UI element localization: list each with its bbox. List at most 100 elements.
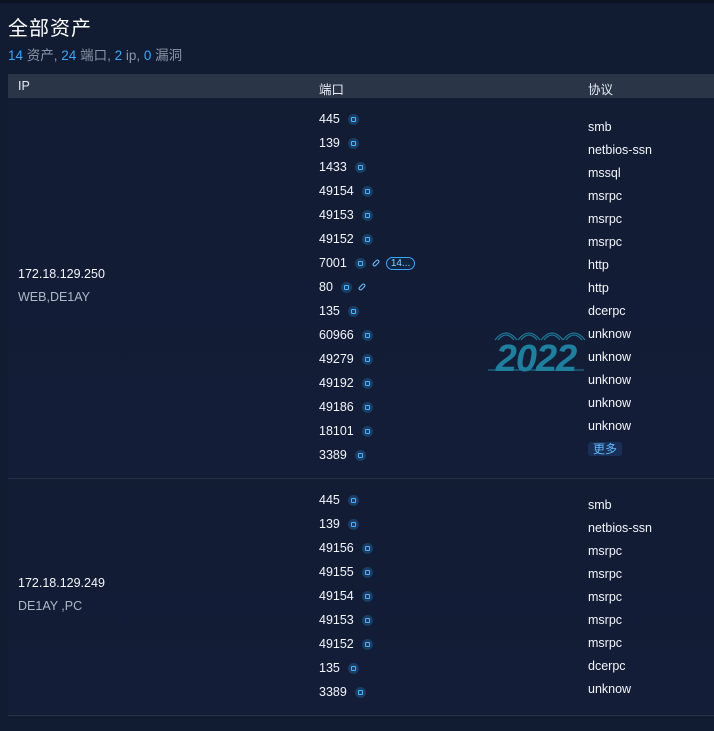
port-badge[interactable]: 14... — [385, 256, 416, 270]
asset-ip[interactable]: 172.18.129.250 — [18, 267, 105, 281]
detail-icon[interactable] — [347, 137, 359, 149]
port-item: 3389 — [319, 685, 366, 699]
port-item: 135 — [319, 661, 359, 675]
port-item: 60966 — [319, 328, 373, 342]
port-number[interactable]: 445 — [319, 493, 340, 507]
detail-icon[interactable] — [361, 377, 373, 389]
column-ip: IP — [18, 79, 30, 93]
port-number[interactable]: 445 — [319, 112, 340, 126]
port-item: 49152 — [319, 232, 373, 246]
protocol-item: unknow — [588, 419, 632, 433]
link-icon[interactable] — [371, 258, 381, 268]
detail-icon[interactable] — [361, 233, 373, 245]
port-item: 139 — [319, 517, 359, 531]
detail-icon[interactable] — [361, 614, 373, 626]
detail-icon[interactable] — [347, 113, 359, 125]
protocol-item: dcerpc — [588, 659, 626, 673]
protocol-item: dcerpc — [588, 304, 626, 318]
protocol-item: unknow — [588, 682, 632, 696]
protocol-item: msrpc — [588, 567, 623, 581]
protocol-item: http — [588, 281, 609, 295]
detail-icon[interactable] — [361, 353, 373, 365]
detail-icon[interactable] — [347, 494, 359, 506]
port-number[interactable]: 49154 — [319, 589, 354, 603]
page-title: 全部资产 — [8, 18, 92, 40]
protocol-item: http — [588, 258, 609, 272]
link-icon[interactable] — [357, 282, 367, 292]
protocol-item: msrpc — [588, 544, 623, 558]
column-protocol: 协议 — [588, 83, 614, 97]
port-item: 49186 — [319, 400, 373, 414]
detail-icon[interactable] — [361, 401, 373, 413]
detail-icon[interactable] — [361, 185, 373, 197]
port-item: 18101 — [319, 424, 373, 438]
protocol-item: msrpc — [588, 189, 623, 203]
port-number[interactable]: 49192 — [319, 376, 354, 390]
port-item: 49153 — [319, 208, 373, 222]
detail-icon[interactable] — [361, 542, 373, 554]
detail-icon[interactable] — [361, 638, 373, 650]
vuln-label: 漏洞 — [151, 48, 183, 63]
detail-icon[interactable] — [361, 425, 373, 437]
asset-tags: DE1AY ,PC — [18, 599, 83, 613]
port-number[interactable]: 139 — [319, 136, 340, 150]
detail-icon[interactable] — [361, 329, 373, 341]
port-item: 135 — [319, 304, 359, 318]
detail-icon[interactable] — [347, 305, 359, 317]
port-number[interactable]: 3389 — [319, 685, 347, 699]
table-header: IP 端口 协议 — [8, 74, 714, 98]
detail-icon[interactable] — [347, 518, 359, 530]
port-number[interactable]: 18101 — [319, 424, 354, 438]
port-number[interactable]: 49153 — [319, 613, 354, 627]
port-number[interactable]: 49153 — [319, 208, 354, 222]
port-item: 49154 — [319, 589, 373, 603]
port-number[interactable]: 49152 — [319, 232, 354, 246]
protocol-item: msrpc — [588, 590, 623, 604]
port-number[interactable]: 49152 — [319, 637, 354, 651]
protocol-item: msrpc — [588, 212, 623, 226]
assets-label: 资产, — [23, 48, 62, 63]
port-number[interactable]: 135 — [319, 304, 340, 318]
ip-label: ip, — [122, 48, 144, 63]
port-number[interactable]: 135 — [319, 661, 340, 675]
port-number[interactable]: 60966 — [319, 328, 354, 342]
port-number[interactable]: 1433 — [319, 160, 347, 174]
detail-icon[interactable] — [361, 590, 373, 602]
port-number[interactable]: 49279 — [319, 352, 354, 366]
port-number[interactable]: 49154 — [319, 184, 354, 198]
asset-tags: WEB,DE1AY — [18, 290, 91, 304]
port-number[interactable]: 49155 — [319, 565, 354, 579]
port-item: 7001 14... — [319, 256, 416, 270]
port-number[interactable]: 139 — [319, 517, 340, 531]
port-number[interactable]: 49186 — [319, 400, 354, 414]
detail-icon[interactable] — [361, 209, 373, 221]
detail-icon[interactable] — [354, 257, 366, 269]
port-item: 49156 — [319, 541, 373, 555]
assets-count: 14 — [8, 48, 24, 63]
detail-icon[interactable] — [347, 662, 359, 674]
port-item: 1433 — [319, 160, 366, 174]
ports-label: 端口, — [76, 48, 115, 63]
watermark-text: 2022 — [495, 338, 577, 374]
detail-icon[interactable] — [361, 566, 373, 578]
port-number[interactable]: 3389 — [319, 448, 347, 462]
asset-ip[interactable]: 172.18.129.249 — [18, 576, 105, 590]
port-number[interactable]: 7001 — [319, 256, 347, 270]
port-item: 3389 — [319, 448, 366, 462]
detail-icon[interactable] — [354, 449, 366, 461]
detail-icon[interactable] — [354, 686, 366, 698]
more-button[interactable]: 更多 — [588, 442, 623, 456]
port-number[interactable]: 80 — [319, 280, 333, 294]
port-item: 49155 — [319, 565, 373, 579]
detail-icon[interactable] — [340, 281, 352, 293]
protocol-item: unknow — [588, 396, 632, 410]
protocol-item: unknow — [588, 350, 632, 364]
detail-icon[interactable] — [354, 161, 366, 173]
port-number[interactable]: 49156 — [319, 541, 354, 555]
port-item: 49192 — [319, 376, 373, 390]
port-item: 445 — [319, 493, 359, 507]
protocol-item: unknow — [588, 327, 632, 341]
port-item: 80 — [319, 280, 367, 294]
protocol-item: msrpc — [588, 235, 623, 249]
protocol-item: smb — [588, 498, 612, 512]
